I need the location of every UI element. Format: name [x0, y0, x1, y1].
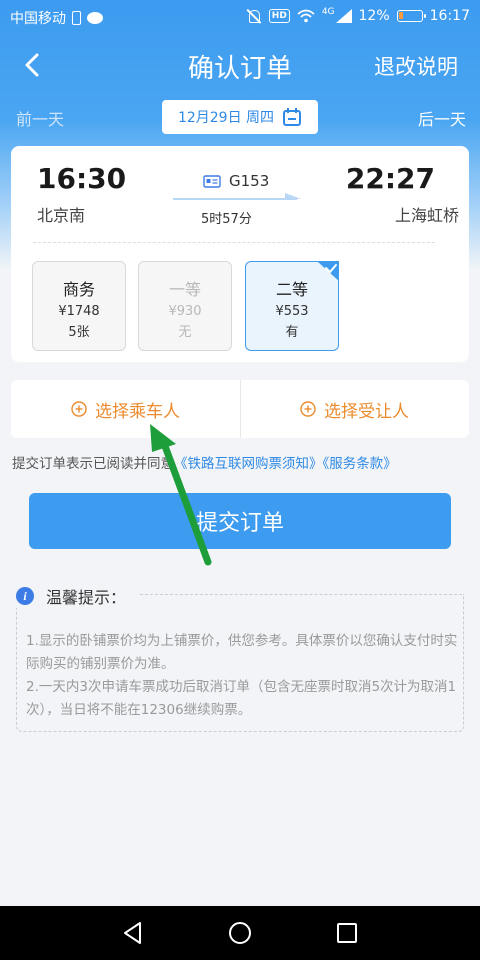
arrival-station: 上海虹桥: [394, 206, 459, 225]
wifi-icon: [297, 9, 315, 23]
network-type: 4G: [321, 7, 335, 17]
seat-availability: 5张: [68, 325, 90, 340]
seat-price: ¥1748: [58, 304, 100, 319]
date-picker[interactable]: 12月29日 周四: [162, 100, 318, 134]
train-number: G153: [229, 172, 270, 190]
service-terms-link[interactable]: 《服务条款》: [323, 456, 397, 472]
add-circle-icon: [300, 401, 316, 417]
signal-icon: [335, 9, 352, 23]
mute-icon: [246, 8, 262, 24]
agreement-notice: 提交订单表示已阅读并同意《铁路互联网购票须知》《服务条款》: [12, 452, 397, 472]
tip-line-1: 1.显示的卧铺票价均为上铺票价，供您参考。具体票价以您确认支付时实际购买的铺别票…: [26, 633, 458, 672]
seat-option-second-class[interactable]: 二等 ¥553 有: [245, 261, 339, 351]
departure-station: 北京南: [37, 206, 86, 225]
direction-arrow-icon: [173, 193, 301, 200]
arrival-time: 22:27: [345, 162, 435, 195]
clock: 16:17: [429, 8, 470, 24]
select-passenger-button[interactable]: 选择乘车人: [11, 380, 240, 438]
tips-content: 1.显示的卧铺票价均为上铺票价，供您参考。具体票价以您确认支付时实际购买的铺别票…: [26, 630, 458, 722]
system-navigation-bar: [0, 906, 480, 960]
seat-class: 一等: [168, 280, 201, 299]
info-icon: i: [16, 587, 34, 605]
hd-icon: HD: [268, 9, 290, 23]
calendar-icon: [283, 108, 302, 126]
seat-availability: 有: [285, 325, 299, 340]
battery-percent: 12%: [358, 8, 390, 24]
tips-title: 温馨提示：: [46, 588, 127, 607]
prev-day-button[interactable]: 前一天: [16, 106, 64, 130]
seat-option-first-class[interactable]: 一等 ¥930 无: [138, 261, 232, 351]
passenger-selection-card: 选择乘车人 选择受让人: [11, 380, 469, 438]
battery-icon: [396, 10, 426, 22]
nav-bar: 确认订单 退改说明: [0, 40, 480, 92]
date-bar: 前一天 12月29日 周四 后一天: [0, 96, 480, 136]
tips-header: i 温馨提示：: [16, 584, 131, 608]
selected-check-icon: [317, 261, 339, 281]
sim-card-icon: [72, 11, 81, 25]
selected-date: 12月29日 周四: [177, 110, 275, 126]
ticket-icon: [203, 174, 221, 188]
seat-price: ¥930: [168, 304, 202, 319]
tips-top-border: [140, 594, 462, 595]
tip-line-2: 2.一天内3次申请车票成功后取消订单（包含无座票时取消5次计为取消1次），当日将…: [26, 679, 457, 718]
submit-order-button[interactable]: 提交订单: [29, 493, 451, 549]
select-passenger-label: 选择乘车人: [95, 401, 180, 422]
seat-availability: 无: [178, 325, 192, 340]
seat-class: 商务: [62, 280, 95, 299]
refund-rules-link[interactable]: 退改说明: [374, 51, 458, 81]
seat-price: ¥553: [275, 304, 309, 319]
departure-time: 16:30: [37, 162, 127, 195]
card-divider: [33, 242, 435, 243]
train-info-card: 16:30 北京南 G153 5时57分 22:27 上海虹桥 商务 ¥1748…: [11, 146, 469, 362]
ticket-notice-link[interactable]: 《铁路互联网购票须知》: [174, 456, 323, 472]
next-day-button[interactable]: 后一天: [418, 106, 466, 130]
train-number-group: G153: [203, 172, 269, 190]
add-circle-icon: [71, 401, 87, 417]
home-circle-icon[interactable]: [227, 920, 253, 946]
recents-square-icon[interactable]: [334, 920, 360, 946]
status-bar: 中国移动 HD 4G 12% 16:17: [0, 0, 480, 34]
carrier-name: 中国移动: [10, 11, 66, 27]
travel-duration: 5时57分: [201, 212, 252, 227]
agreement-text: 提交订单表示已阅读并同意: [12, 456, 174, 472]
back-triangle-icon[interactable]: [120, 920, 146, 946]
select-beneficiary-button[interactable]: 选择受让人: [240, 380, 469, 438]
wechat-notification-icon: [87, 12, 103, 24]
seat-option-business[interactable]: 商务 ¥1748 5张: [32, 261, 126, 351]
select-beneficiary-label: 选择受让人: [324, 401, 409, 422]
